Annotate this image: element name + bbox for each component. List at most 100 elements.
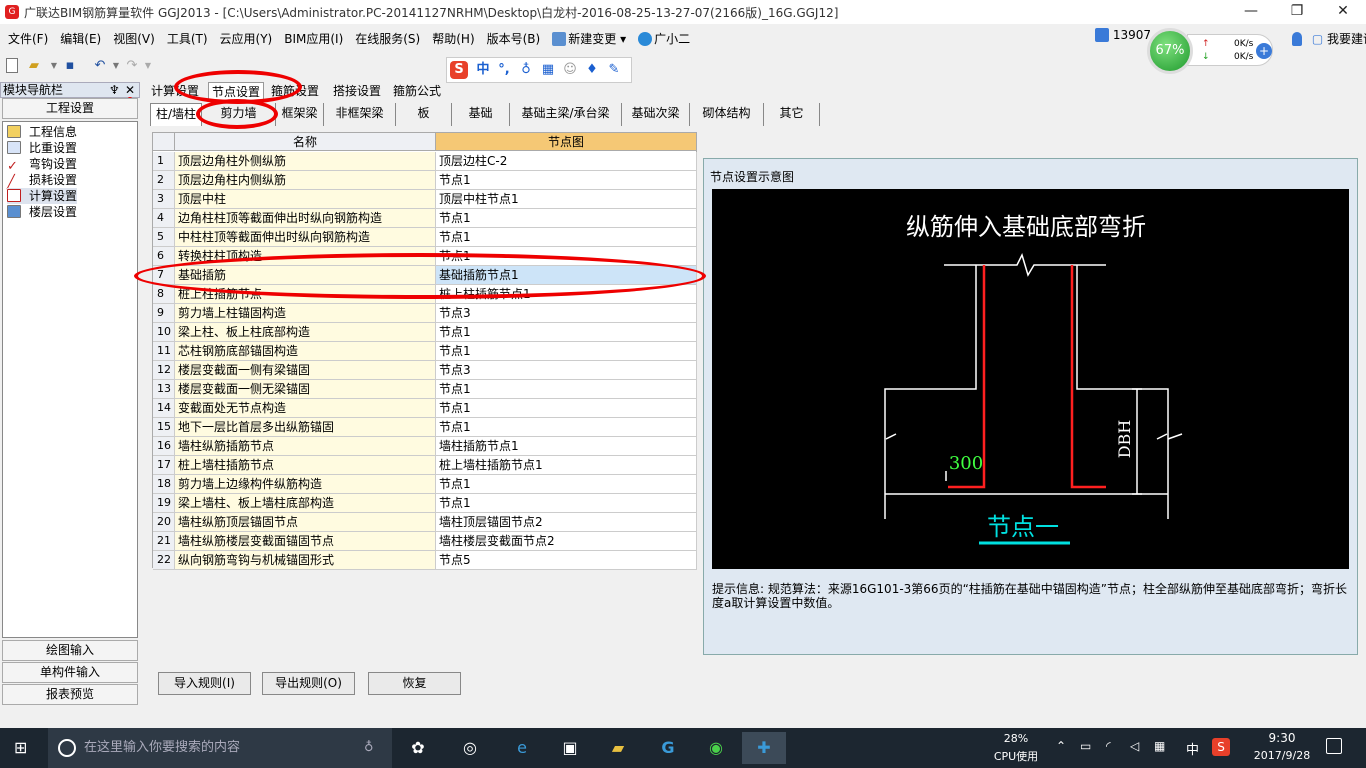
row-name[interactable]: 楼层变截面一侧有梁锚固 — [175, 361, 436, 380]
new-file-icon[interactable] — [6, 58, 18, 73]
row-node[interactable]: 节点1 — [436, 380, 697, 399]
tray-time[interactable]: 9:30 — [1252, 731, 1312, 745]
open-folder-icon[interactable]: ▰ — [26, 58, 42, 74]
row-node[interactable]: 节点1 — [436, 399, 697, 418]
tree-item-calc-settings[interactable]: 计算设置 — [7, 188, 78, 204]
subtab-foundation[interactable]: 基础 — [452, 103, 510, 126]
row-node[interactable]: 桩上墙柱插筋节点1 — [436, 456, 697, 475]
redo-dropdown-icon[interactable]: ▼ — [140, 58, 156, 74]
restore-button[interactable]: 恢复 — [368, 672, 461, 695]
row-node[interactable]: 节点3 — [436, 304, 697, 323]
microphone-icon[interactable]: ♁ — [364, 728, 374, 768]
taskbar-app-ggj-icon[interactable]: ✚ — [742, 732, 786, 764]
menu-help[interactable]: 帮助(H) — [424, 26, 478, 47]
row-name[interactable]: 桩上墙柱插筋节点 — [175, 456, 436, 475]
row-name[interactable]: 剪力墙上边缘构件纵筋构造 — [175, 475, 436, 494]
row-name[interactable]: 边角柱柱顶等截面伸出时纵向钢筋构造 — [175, 209, 436, 228]
table-row[interactable]: 15 地下一层比首层多出纵筋锚固 节点1 — [153, 418, 698, 437]
row-node[interactable]: 墙柱插筋节点1 — [436, 437, 697, 456]
row-name[interactable]: 顶层中柱 — [175, 190, 436, 209]
nav-single-component[interactable]: 单构件输入 — [2, 662, 138, 683]
keyboard-icon[interactable]: ▦ — [539, 61, 557, 79]
windows-start-icon[interactable]: ⊞ — [14, 740, 32, 756]
notification-bell-icon[interactable] — [1292, 32, 1302, 46]
row-name[interactable]: 桩上柱插筋节点 — [175, 285, 436, 304]
row-node[interactable]: 节点1 — [436, 342, 697, 361]
table-row[interactable]: 8 桩上柱插筋节点 桩上柱插筋节点1 — [153, 285, 698, 304]
row-name[interactable]: 纵向钢筋弯钩与机械锚固形式 — [175, 551, 436, 570]
taskbar-app-store-icon[interactable]: ▣ — [548, 732, 592, 764]
tray-wifi-icon[interactable]: ◜ — [1106, 739, 1111, 753]
tab-lap-settings[interactable]: 搭接设置 — [330, 82, 384, 100]
close-button[interactable]: ✕ — [1320, 0, 1366, 24]
tab-stirrup-settings[interactable]: 箍筋设置 — [268, 82, 322, 100]
taskbar-app-photos-icon[interactable]: ✿ — [396, 732, 440, 764]
subtab-masonry[interactable]: 砌体结构 — [690, 103, 764, 126]
subtab-foundation-main-beam[interactable]: 基础主梁/承台梁 — [510, 103, 622, 126]
tree-item-project-info[interactable]: 工程信息 — [7, 124, 77, 140]
sogou-logo-icon[interactable]: S — [450, 61, 468, 79]
table-row[interactable]: 6 转换柱柱顶构造 节点1 — [153, 247, 698, 266]
row-node[interactable]: 墙柱楼层变截面节点2 — [436, 532, 697, 551]
save-icon[interactable]: ▪ — [62, 58, 78, 74]
tray-date[interactable]: 2017/9/28 — [1244, 749, 1320, 762]
undo-icon[interactable]: ↶ — [92, 58, 108, 74]
tray-expand-icon[interactable]: ⌃ — [1056, 739, 1066, 753]
row-node[interactable]: 节点1 — [436, 247, 697, 266]
table-row[interactable]: 21 墙柱纵筋楼层变截面锚固节点 墙柱楼层变截面节点2 — [153, 532, 698, 551]
row-name[interactable]: 梁上墙柱、板上墙柱底部构造 — [175, 494, 436, 513]
undo-dropdown-icon[interactable]: ▼ — [108, 58, 124, 74]
subtab-non-frame-beam[interactable]: 非框架梁 — [324, 103, 396, 126]
user-account[interactable]: 13907 — [1095, 28, 1151, 42]
table-row[interactable]: 9 剪力墙上柱锚固构造 节点3 — [153, 304, 698, 323]
tab-calc-settings[interactable]: 计算设置 — [148, 82, 202, 100]
menu-assistant[interactable]: 广小二 — [630, 26, 694, 47]
row-name[interactable]: 转换柱柱顶构造 — [175, 247, 436, 266]
row-name[interactable]: 墙柱纵筋楼层变截面锚固节点 — [175, 532, 436, 551]
table-row[interactable]: 2 顶层边角柱内侧纵筋 节点1 — [153, 171, 698, 190]
table-row[interactable]: 13 楼层变截面一侧无梁锚固 节点1 — [153, 380, 698, 399]
menu-bim[interactable]: BIM应用(I) — [276, 26, 347, 47]
nav-report-preview[interactable]: 报表预览 — [2, 684, 138, 705]
row-node[interactable]: 墙柱顶层锚固节点2 — [436, 513, 697, 532]
tree-item-hook[interactable]: ✓ 弯钩设置 — [7, 156, 77, 173]
nav-drawing-input[interactable]: 绘图输入 — [2, 640, 138, 661]
subtab-other[interactable]: 其它 — [764, 103, 820, 126]
maximize-button[interactable]: ❐ — [1274, 0, 1320, 24]
ime-lang-toggle[interactable]: 中 — [474, 61, 492, 79]
taskbar-search-box[interactable]: 在这里输入你要搜索的内容 ♁ — [48, 728, 392, 768]
column-header-node-diagram[interactable]: 节点图 — [436, 133, 697, 151]
row-node[interactable]: 节点1 — [436, 323, 697, 342]
row-name[interactable]: 墙柱纵筋插筋节点 — [175, 437, 436, 456]
tray-ime-lang[interactable]: 中 — [1186, 739, 1199, 758]
row-name[interactable]: 顶层边角柱内侧纵筋 — [175, 171, 436, 190]
row-name[interactable]: 基础插筋 — [175, 266, 436, 285]
row-name[interactable]: 地下一层比首层多出纵筋锚固 — [175, 418, 436, 437]
subtab-foundation-secondary-beam[interactable]: 基础次梁 — [622, 103, 690, 126]
tab-node-settings[interactable]: 节点设置 — [208, 82, 265, 100]
row-name[interactable]: 楼层变截面一侧无梁锚固 — [175, 380, 436, 399]
row-name[interactable]: 中柱柱顶等截面伸出时纵向钢筋构造 — [175, 228, 436, 247]
menu-file[interactable]: 文件(F) — [0, 26, 52, 47]
table-row[interactable]: 3 顶层中柱 顶层中柱节点1 — [153, 190, 698, 209]
taskbar-app-explorer-icon[interactable]: ▰ — [596, 732, 640, 764]
row-node[interactable]: 节点1 — [436, 209, 697, 228]
table-row[interactable]: 10 梁上柱、板上柱底部构造 节点1 — [153, 323, 698, 342]
dropdown-arrow-icon[interactable]: ▼ — [46, 58, 62, 74]
pin-icon[interactable]: ♆ — [109, 83, 120, 97]
redo-icon[interactable]: ↷ — [124, 58, 140, 74]
row-name[interactable]: 顶层边角柱外侧纵筋 — [175, 152, 436, 171]
skin-shirt-icon[interactable]: ♦ — [583, 61, 601, 79]
row-node[interactable]: 节点1 — [436, 171, 697, 190]
nav-tab-project-settings[interactable]: 工程设置 — [2, 98, 138, 119]
wrench-icon[interactable]: ✎ — [605, 61, 623, 79]
tree-item-density[interactable]: 比重设置 — [7, 140, 77, 156]
table-row[interactable]: 1 顶层边角柱外侧纵筋 顶层边柱C-2 — [153, 152, 698, 171]
taskbar-app-glodon-icon[interactable]: G — [646, 732, 690, 764]
menu-version[interactable]: 版本号(B) — [479, 26, 545, 47]
user-icon[interactable]: ☺ — [561, 61, 579, 79]
table-row[interactable]: 19 梁上墙柱、板上墙柱底部构造 节点1 — [153, 494, 698, 513]
taskbar-app-edge-icon[interactable]: e — [500, 732, 544, 764]
row-node[interactable]: 节点1 — [436, 494, 697, 513]
table-row[interactable]: 14 变截面处无节点构造 节点1 — [153, 399, 698, 418]
